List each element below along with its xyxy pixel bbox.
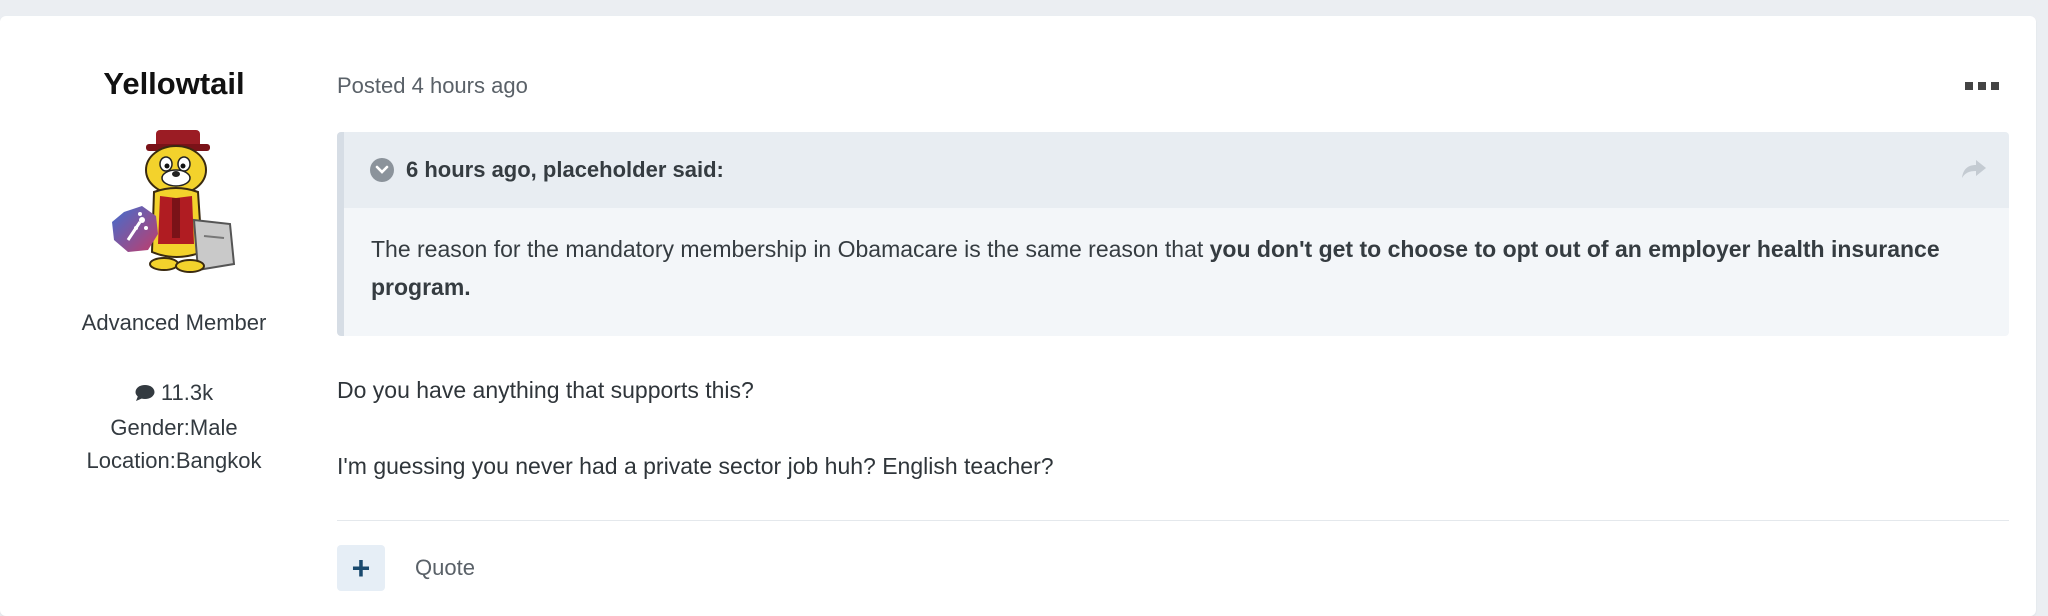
author-name[interactable]: Yellowtail — [56, 64, 292, 104]
chevron-down-icon — [375, 165, 389, 174]
quote-header: 6 hours ago, placeholder said: — [344, 132, 2009, 208]
quote-text: The reason for the mandatory membership … — [371, 236, 1210, 262]
quote-citation: 6 hours ago, placeholder said: — [406, 157, 724, 182]
author-panel: Yellowtail Advanced Member 11.3k Gender:… — [56, 64, 292, 477]
post-card: Yellowtail Advanced Member 11.3k Gender:… — [0, 16, 2036, 616]
quote-button[interactable]: Quote — [415, 555, 475, 581]
post-count[interactable]: 11.3k — [56, 376, 292, 411]
member-title: Advanced Member — [81, 310, 267, 335]
post-count-value: 11.3k — [160, 380, 214, 405]
more-icon-dot — [1991, 82, 1999, 90]
more-options-button[interactable] — [1965, 76, 1999, 96]
quote-body: The reason for the mandatory membership … — [344, 208, 2009, 336]
share-icon[interactable] — [1961, 158, 1987, 180]
plus-icon: + — [351, 550, 371, 586]
author-stats: 11.3k Gender:Male Location:Bangkok — [56, 376, 292, 477]
divider — [337, 520, 2009, 521]
comment-icon — [135, 384, 155, 401]
multiquote-button[interactable]: + — [337, 545, 385, 591]
more-icon-dot — [1978, 82, 1986, 90]
post-actions: + Quote — [337, 545, 2009, 591]
quote-toggle-button[interactable] — [370, 158, 394, 182]
avatar[interactable] — [94, 124, 254, 284]
post-paragraph: Do you have anything that supports this? — [337, 377, 754, 403]
quote-block: 6 hours ago, placeholder said: The reaso… — [337, 132, 2009, 336]
post-paragraph: I'm guessing you never had a private sec… — [337, 453, 1054, 479]
post-timestamp[interactable]: Posted 4 hours ago — [337, 64, 2009, 108]
more-icon — [1965, 82, 1973, 90]
avatar-image — [112, 130, 236, 273]
post-content: Posted 4 hours ago 6 hours ago, placehol… — [337, 64, 2009, 591]
author-gender: Gender:Male — [110, 414, 238, 440]
author-location: Location:Bangkok — [86, 447, 262, 473]
